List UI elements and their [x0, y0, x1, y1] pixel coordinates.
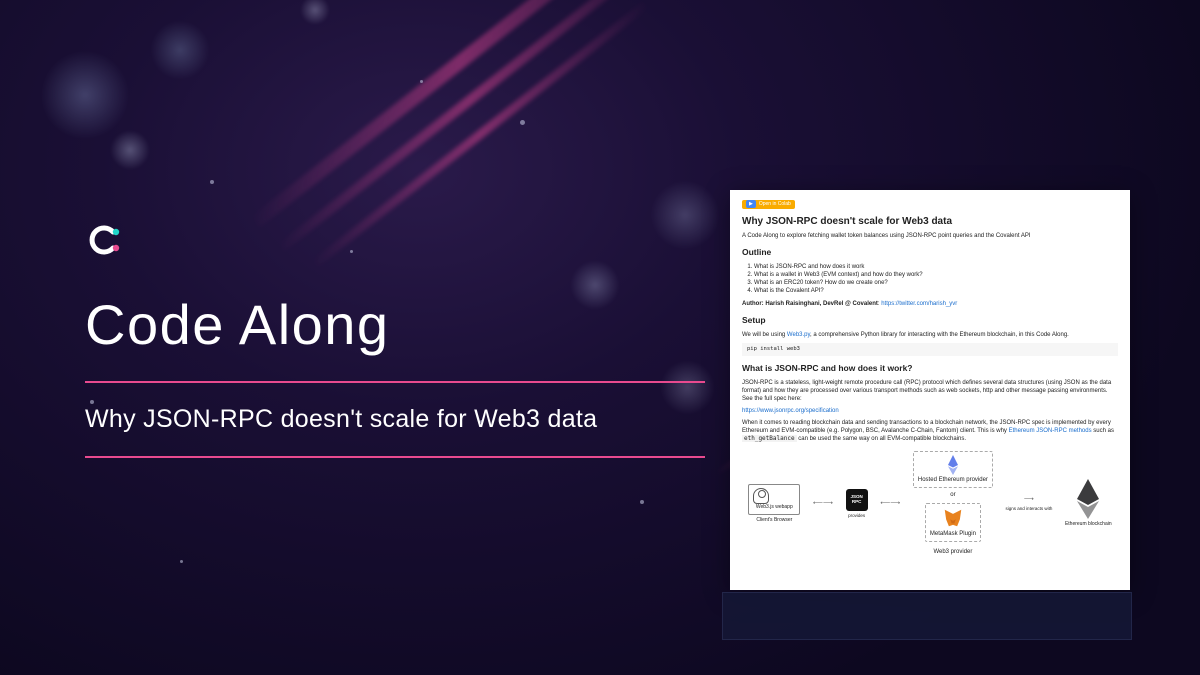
doc-what-p1: JSON-RPC is a stateless, light-weight re…	[742, 379, 1118, 403]
arrow-icon: ⟵⟶	[813, 499, 833, 508]
hosted-provider-box: Hosted Ethereum provider	[913, 451, 993, 488]
outline-item: What is an ERC20 token? How do we create…	[754, 279, 1118, 287]
user-icon	[753, 488, 769, 504]
divider	[85, 381, 705, 383]
doc-setup-text: We will be using Web3.py, a comprehensiv…	[742, 331, 1118, 339]
eth-methods-link[interactable]: Ethereum JSON-RPC methods	[1009, 428, 1092, 434]
doc-what-heading: What is JSON-RPC and how does it work?	[742, 363, 1118, 374]
web3py-link[interactable]: Web3.py	[787, 332, 810, 338]
hero-title: Code Along	[85, 292, 705, 357]
ethereum-icon	[946, 455, 960, 475]
arrow-icon: ⟵⟶	[880, 499, 900, 508]
outline-item: What is JSON-RPC and how does it work	[754, 263, 1118, 271]
bottom-panel	[722, 592, 1132, 640]
doc-intro: A Code Along to explore fetching wallet …	[742, 232, 1118, 240]
spec-link[interactable]: https://www.jsonrpc.org/specification	[742, 408, 839, 414]
architecture-diagram: Web3.js webapp Client's Browser ⟵⟶ JSON …	[742, 451, 1118, 555]
json-rpc-icon: JSON RPC	[846, 489, 868, 511]
doc-title: Why JSON-RPC doesn't scale for Web3 data	[742, 215, 1118, 229]
ethereum-icon	[1075, 479, 1101, 519]
hero-subtitle: Why JSON-RPC doesn't scale for Web3 data	[85, 405, 705, 434]
document-preview: Open in Colab Why JSON-RPC doesn't scale…	[730, 190, 1130, 590]
doc-setup-heading: Setup	[742, 315, 1118, 326]
code-block: pip install web3	[742, 343, 1118, 356]
doc-outline-list: What is JSON-RPC and how does it work Wh…	[754, 263, 1118, 295]
metamask-box: MetaMask Plugin	[925, 503, 981, 542]
hero-content: Code Along Why JSON-RPC doesn't scale fo…	[85, 220, 705, 480]
outline-item: What is a wallet in Web3 (EVM context) a…	[754, 271, 1118, 279]
outline-item: What is the Covalent API?	[754, 287, 1118, 295]
doc-what-p2: When it comes to reading blockchain data…	[742, 419, 1118, 443]
colab-badge[interactable]: Open in Colab	[742, 200, 795, 209]
doc-author: Author: Harish Raisinghani, DevRel @ Cov…	[742, 300, 1118, 308]
arrow-icon: ⟶	[1024, 495, 1034, 504]
metamask-icon	[942, 507, 964, 529]
author-link[interactable]: https://twitter.com/harish_yvr	[881, 301, 957, 307]
doc-outline-heading: Outline	[742, 247, 1118, 258]
covalent-logo-icon	[85, 220, 125, 260]
divider	[85, 456, 705, 458]
browser-box: Web3.js webapp	[748, 484, 800, 515]
